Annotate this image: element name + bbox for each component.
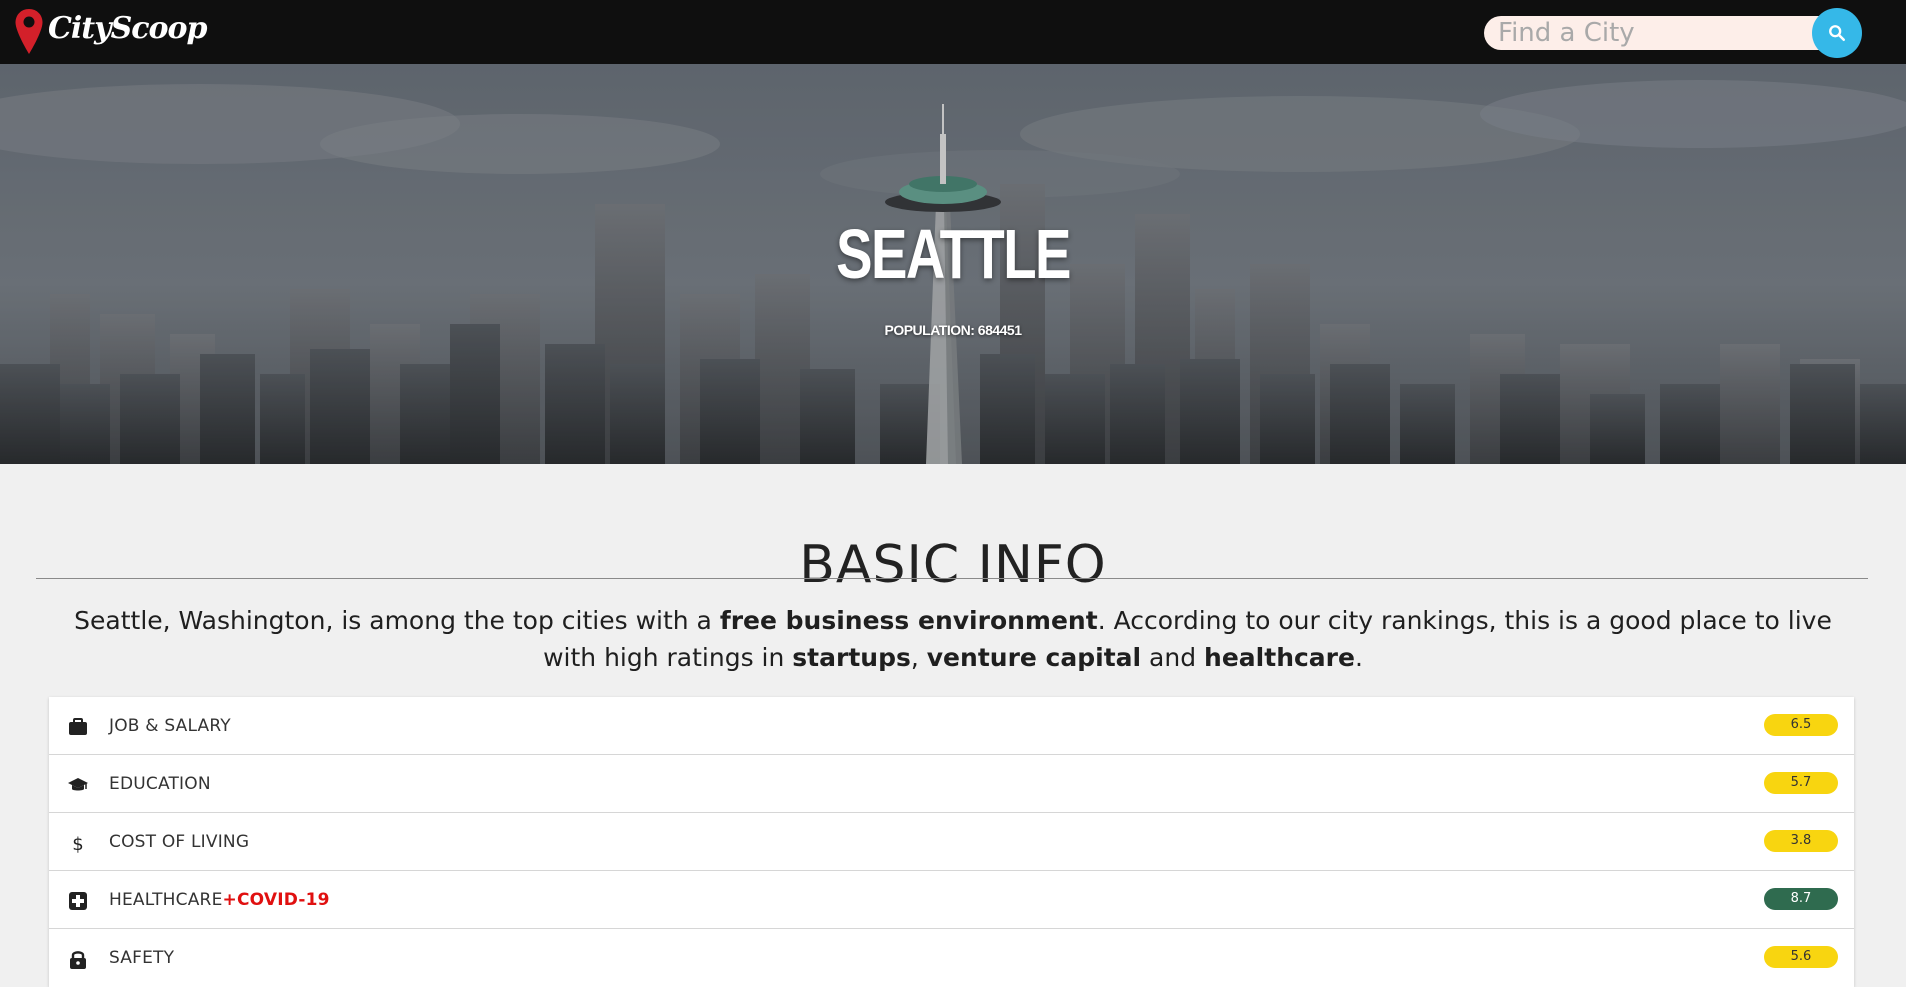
summary-text-4: and [1141,643,1205,672]
rating-row-healthcare[interactable]: HEALTHCARE+COVID-19 8.7 [49,871,1854,929]
summary-text-3: , [910,643,927,672]
top-navbar: CityScoop [0,0,1906,64]
lock-icon [67,948,89,970]
summary-highlight-startups: startups [792,643,911,672]
rating-score-badge: 8.7 [1764,888,1838,910]
graduation-cap-icon [67,774,89,796]
rating-row-job-salary[interactable]: JOB & SALARY 6.5 [49,697,1854,755]
medical-cross-icon [67,890,89,912]
city-search [1482,8,1862,58]
ratings-list: JOB & SALARY 6.5 EDUCATION 5.7 $ COST OF… [49,697,1854,987]
summary-text-5: . [1354,643,1363,672]
city-population: POPULATION: 684451 [884,322,1022,338]
rating-row-cost-of-living[interactable]: $ COST OF LIVING 3.8 [49,813,1854,871]
search-button[interactable] [1812,8,1862,58]
search-icon [1829,25,1846,42]
rating-score-badge: 5.6 [1764,946,1838,968]
rating-row-safety[interactable]: SAFETY 5.6 [49,929,1854,987]
summary-text-1: Seattle, Washington, is among the top ci… [74,606,720,635]
rating-label: HEALTHCARE+COVID-19 [109,890,330,910]
section-divider [36,578,1868,579]
rating-score-badge: 5.7 [1764,772,1838,794]
rating-label: SAFETY [109,948,174,968]
rating-row-education[interactable]: EDUCATION 5.7 [49,755,1854,813]
summary-highlight-healthcare: healthcare [1204,643,1355,672]
basic-info-heading: BASIC INFO [799,535,1107,596]
rating-label: COST OF LIVING [109,832,249,852]
find-city-input[interactable] [1484,16,1834,50]
rating-label-text: SAFETY [109,948,175,968]
citycoop-logo[interactable]: CityScoop [14,8,207,56]
svg-text:$: $ [72,834,83,854]
city-name-heading: SEATTLE [836,215,1071,293]
rating-label-text: JOB & SALARY [109,716,231,736]
rating-label: EDUCATION [109,774,211,794]
logo-text: CityScoop [48,10,207,46]
summary-highlight-venture: venture capital [926,643,1142,672]
rating-label: JOB & SALARY [109,716,231,736]
city-hero-banner: SEATTLE POPULATION: 684451 [0,64,1906,464]
rating-label-text: EDUCATION [109,774,211,794]
rating-score-badge: 3.8 [1764,830,1838,852]
dollar-icon: $ [67,832,89,854]
rating-score-badge: 6.5 [1764,714,1838,736]
covid-19-tag: +COVID-19 [222,890,330,910]
briefcase-icon [67,716,89,738]
summary-highlight-business: free business environment [719,606,1098,635]
map-pin-icon [15,9,43,54]
rating-label-text: HEALTHCARE [109,890,223,910]
city-summary: Seattle, Washington, is among the top ci… [50,602,1856,676]
rating-label-text: COST OF LIVING [109,832,250,852]
